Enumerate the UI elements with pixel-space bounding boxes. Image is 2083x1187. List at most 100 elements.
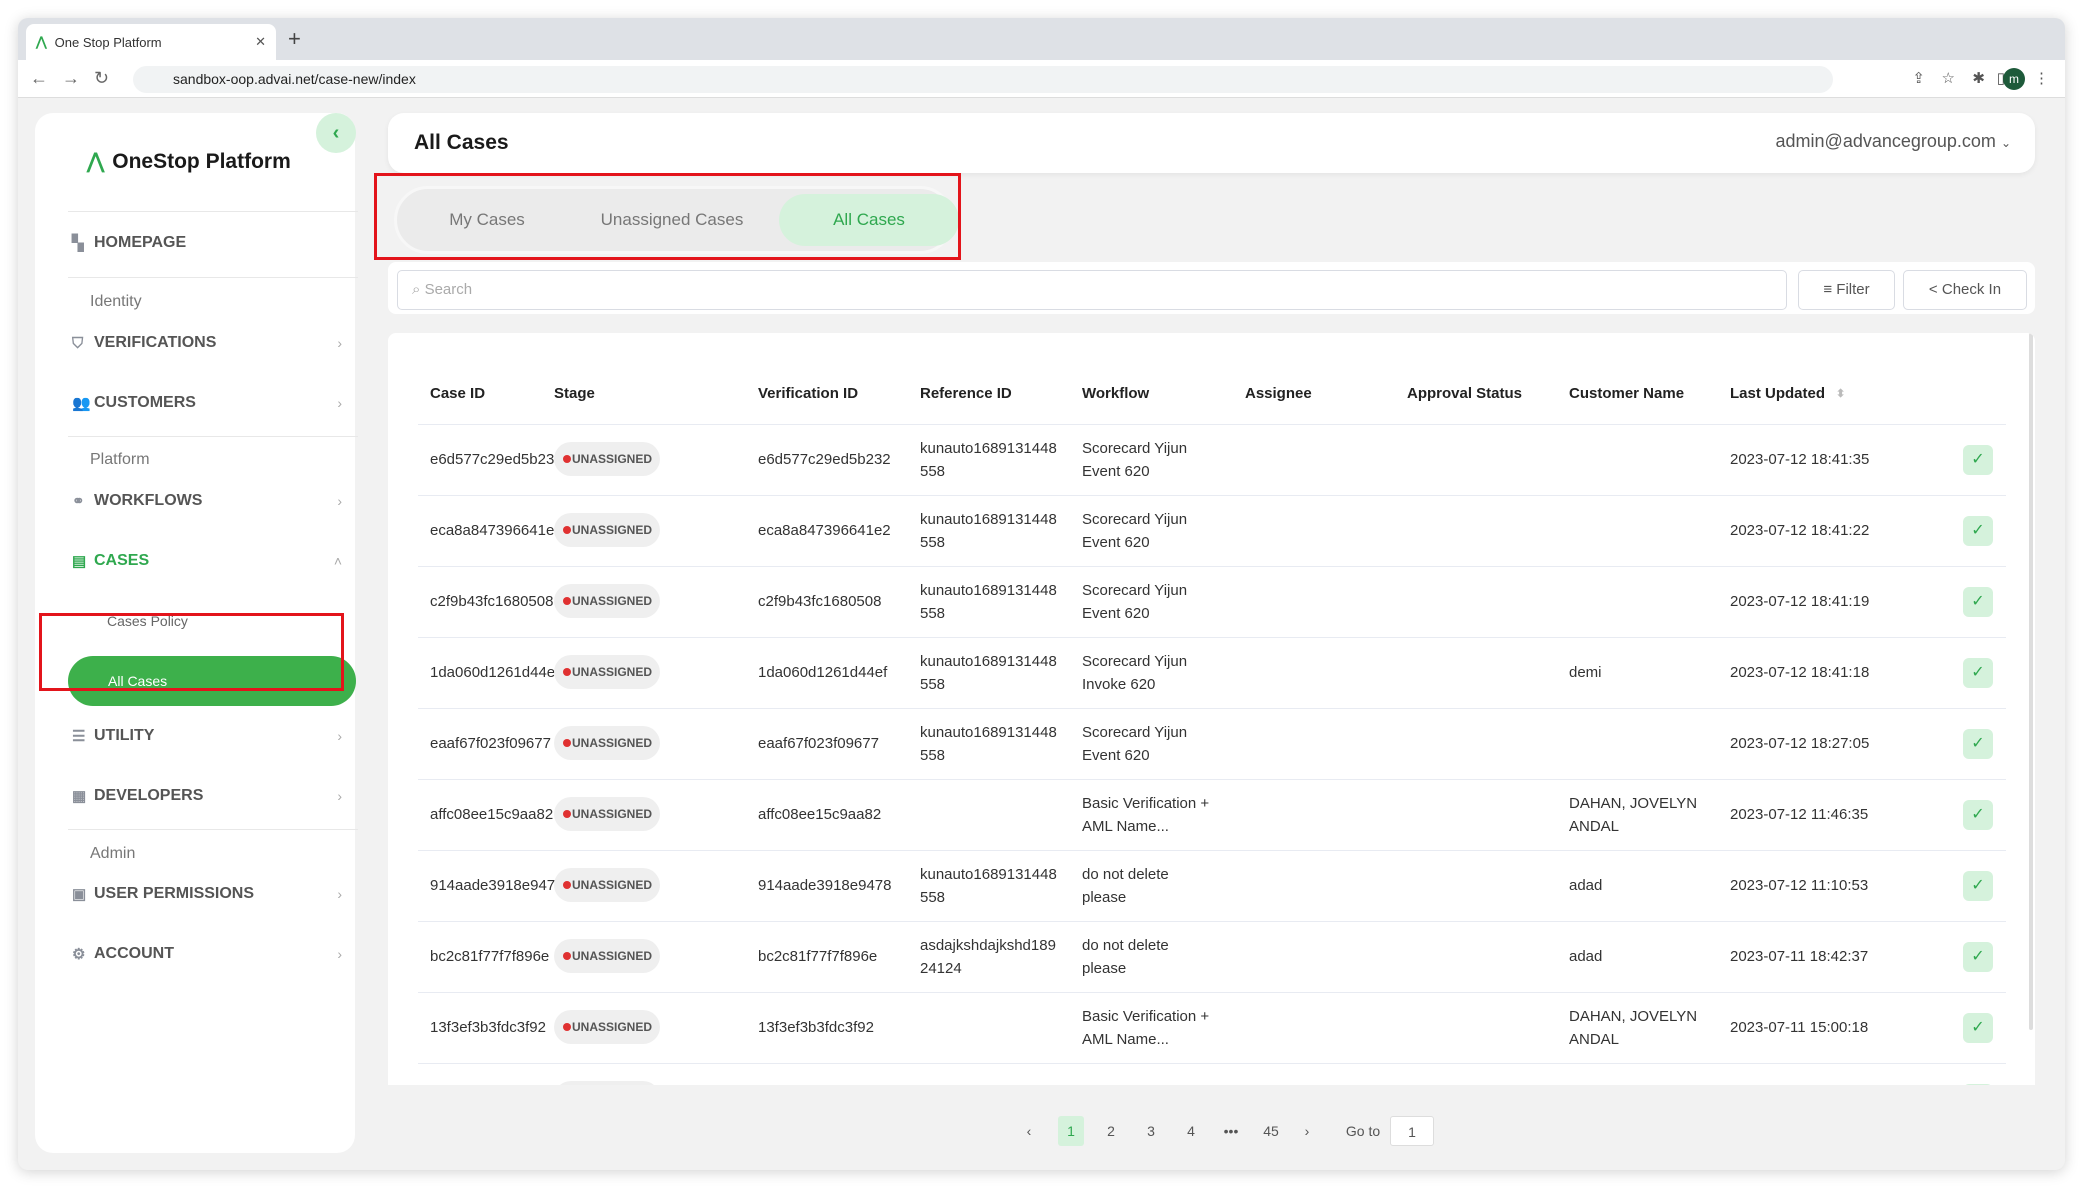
label: ACCOUNT [94, 945, 174, 962]
table-row[interactable]: eaaf67f023f09677 UNASSIGNED eaaf67f023f096… [418, 708, 2006, 779]
highlight-box [39, 613, 344, 691]
sort-icon[interactable]: ⬍ [1836, 387, 1845, 400]
workflow-cell: Scorecard Yijun Event 620 [1082, 440, 1188, 480]
page-45[interactable]: 45 [1258, 1116, 1284, 1146]
sidebar-item-customers[interactable]: 👥 CUSTOMERS › [72, 394, 342, 412]
forward-icon[interactable]: → [62, 68, 80, 89]
page-2[interactable]: 2 [1098, 1116, 1124, 1146]
verification-id-cell: bc2c81f77f7f896e [758, 948, 878, 965]
chevron-up-icon: ˄ [333, 553, 342, 569]
browser-tab[interactable]: ⋀ One Stop Platform ✕ [26, 24, 276, 60]
check-circle-icon[interactable]: ✓ [1963, 1084, 1993, 1085]
case-id-cell: eca8a847396641e2 [430, 522, 563, 539]
table-row[interactable]: e6d577c29ed5b232 UNASSIGNED e6d577c29ed5b2… [418, 424, 2006, 495]
users-icon: 👥 [72, 395, 91, 412]
share-icon[interactable]: ⇪ [1912, 69, 1925, 87]
grid-icon: ▚ [72, 235, 84, 252]
verification-id-cell: c2f9b43fc1680508 [758, 593, 882, 610]
check-circle-icon[interactable]: ✓ [1963, 516, 1993, 546]
sidebar-item-developers[interactable]: ▦ DEVELOPERS › [72, 787, 342, 805]
page-•••[interactable]: ••• [1218, 1116, 1244, 1146]
sidebar-item-user-permissions[interactable]: ▣ USER PERMISSIONS › [72, 885, 342, 903]
sidebar-item-utility[interactable]: ☰ UTILITY › [72, 727, 342, 745]
table-row[interactable]: 13f3ef3b3fdc3f92 UNASSIGNED 13f3ef3b3fdc3f… [418, 992, 2006, 1063]
page-3[interactable]: 3 [1138, 1116, 1164, 1146]
sidebar-item-account[interactable]: ⚙ ACCOUNT › [72, 945, 342, 963]
table-row[interactable]: bc2c81f77f7f896e UNASSIGNED bc2c81f77f7f89… [418, 921, 2006, 992]
new-tab-button[interactable]: + [288, 26, 301, 52]
chevron-right-icon: › [337, 335, 342, 351]
divider [68, 277, 358, 278]
shield-icon: ⛉ [72, 334, 84, 352]
page-title: All Cases [414, 131, 509, 154]
check-circle-icon[interactable]: ✓ [1963, 587, 1993, 617]
case-id-cell: 1da060d1261d44ef [430, 664, 560, 681]
check-circle-icon[interactable]: ✓ [1963, 942, 1993, 972]
menu-icon[interactable]: ⋮ [2034, 69, 2049, 87]
last-updated-cell: 2023-07-12 18:41:19 [1730, 593, 1870, 610]
check-circle-icon[interactable]: ✓ [1963, 1013, 1993, 1043]
next-page-icon[interactable]: › [1296, 1116, 1318, 1146]
id-card-icon: ▣ [72, 886, 87, 903]
table-row[interactable]: eca8a847396641e2 UNASSIGNED eca8a847396641… [418, 495, 2006, 566]
verification-id-cell: 914aade3918e9478 [758, 877, 892, 894]
goto-label: Go to [1345, 1123, 1381, 1139]
cases-table: Case ID Stage Verification ID Reference ID W… [388, 333, 2035, 1085]
verification-id-cell: 13f3ef3b3fdc3f92 [758, 1019, 874, 1036]
case-id-cell: eaaf67f023f09677 [430, 735, 551, 752]
logo-icon: ⋀ [36, 34, 47, 49]
label: CUSTOMERS [94, 394, 196, 411]
divider [68, 829, 358, 830]
check-circle-icon[interactable]: ✓ [1963, 445, 1993, 475]
column-header-last-updated[interactable]: Last Updated [1730, 385, 1825, 402]
profile-avatar[interactable]: m [2003, 68, 2025, 90]
table-row[interactable]: c2f9b43fc1680508 UNASSIGNED c2f9b43fc16805… [418, 566, 2006, 637]
chevron-down-icon: ⌄ [2000, 136, 2011, 150]
back-icon[interactable]: ← [30, 68, 48, 89]
collapse-sidebar-button[interactable]: ‹ [316, 113, 356, 153]
check-circle-icon[interactable]: ✓ [1963, 800, 1993, 830]
last-updated-cell: 2023-07-12 18:27:05 [1730, 735, 1870, 752]
filter-button[interactable]: ≡ Filter [1798, 270, 1895, 310]
check-in-button[interactable]: < Check In [1903, 270, 2027, 310]
verification-id-cell: 1da060d1261d44ef [758, 664, 888, 681]
page-4[interactable]: 4 [1178, 1116, 1204, 1146]
search-input[interactable]: ⌕ Search [397, 270, 1787, 310]
table-row[interactable]: affc08ee15c9aa82 UNASSIGNED affc08ee15c9aa… [418, 779, 2006, 850]
section-identity: Identity [90, 293, 142, 310]
stage-badge: UNASSIGNED [554, 726, 660, 760]
chevron-right-icon: › [337, 946, 342, 962]
table-row[interactable]: e4ee74045fb6dfecASSIGNEDe4ee74045fb6dfec… [418, 1063, 2006, 1085]
verification-id-cell: e6d577c29ed5b232 [758, 451, 891, 468]
table-row[interactable]: 1da060d1261d44ef UNASSIGNED 1da060d1261d44… [418, 637, 2006, 708]
list-icon: ☰ [72, 728, 86, 745]
url-field[interactable]: sandbox-oop.advai.net/case-new/index [133, 66, 1833, 93]
user-menu[interactable]: admin@advancegroup.com ⌄ [1776, 131, 2011, 152]
browser-window: ⋀ One Stop Platform ✕ + ← → ↻ sandbox-oop.… [18, 18, 2065, 1170]
page-1[interactable]: 1 [1058, 1116, 1084, 1146]
sidebar-item-cases[interactable]: ▤ CASES ˄ [72, 552, 342, 570]
star-icon[interactable]: ☆ [1942, 69, 1955, 87]
check-circle-icon[interactable]: ✓ [1963, 658, 1993, 688]
goto-input[interactable]: 1 [1390, 1116, 1434, 1146]
check-circle-icon[interactable]: ✓ [1963, 729, 1993, 759]
sidebar-item-workflows[interactable]: ⚭ WORKFLOWS › [72, 492, 342, 510]
chevron-right-icon: › [337, 886, 342, 902]
section-admin: Admin [90, 845, 136, 862]
label: UTILITY [94, 727, 155, 744]
sidebar-item-verifications[interactable]: ⛉ VERIFICATIONS › [72, 334, 342, 352]
check-circle-icon[interactable]: ✓ [1963, 871, 1993, 901]
stage-badge: UNASSIGNED [554, 584, 660, 618]
prev-page-icon[interactable]: ‹ [1018, 1116, 1040, 1146]
brand: ⋀ OneStop Platform [87, 149, 291, 174]
scrollbar[interactable] [2029, 333, 2033, 1030]
case-id-cell: 13f3ef3b3fdc3f92 [430, 1019, 546, 1036]
table-row[interactable]: 914aade3918e9478 UNASSIGNED 914aade3918e94… [418, 850, 2006, 921]
extensions-icon[interactable]: ✱ [1972, 69, 1985, 87]
close-tab-icon[interactable]: ✕ [255, 34, 266, 50]
sidebar-item-homepage[interactable]: ▚ HOMEPAGE [72, 234, 342, 252]
customer-name-cell: demi [1569, 664, 1602, 681]
cases-icon: ▤ [72, 553, 87, 570]
reload-icon[interactable]: ↻ [94, 68, 109, 89]
user-email: admin@advancegroup.com [1775, 131, 1996, 151]
